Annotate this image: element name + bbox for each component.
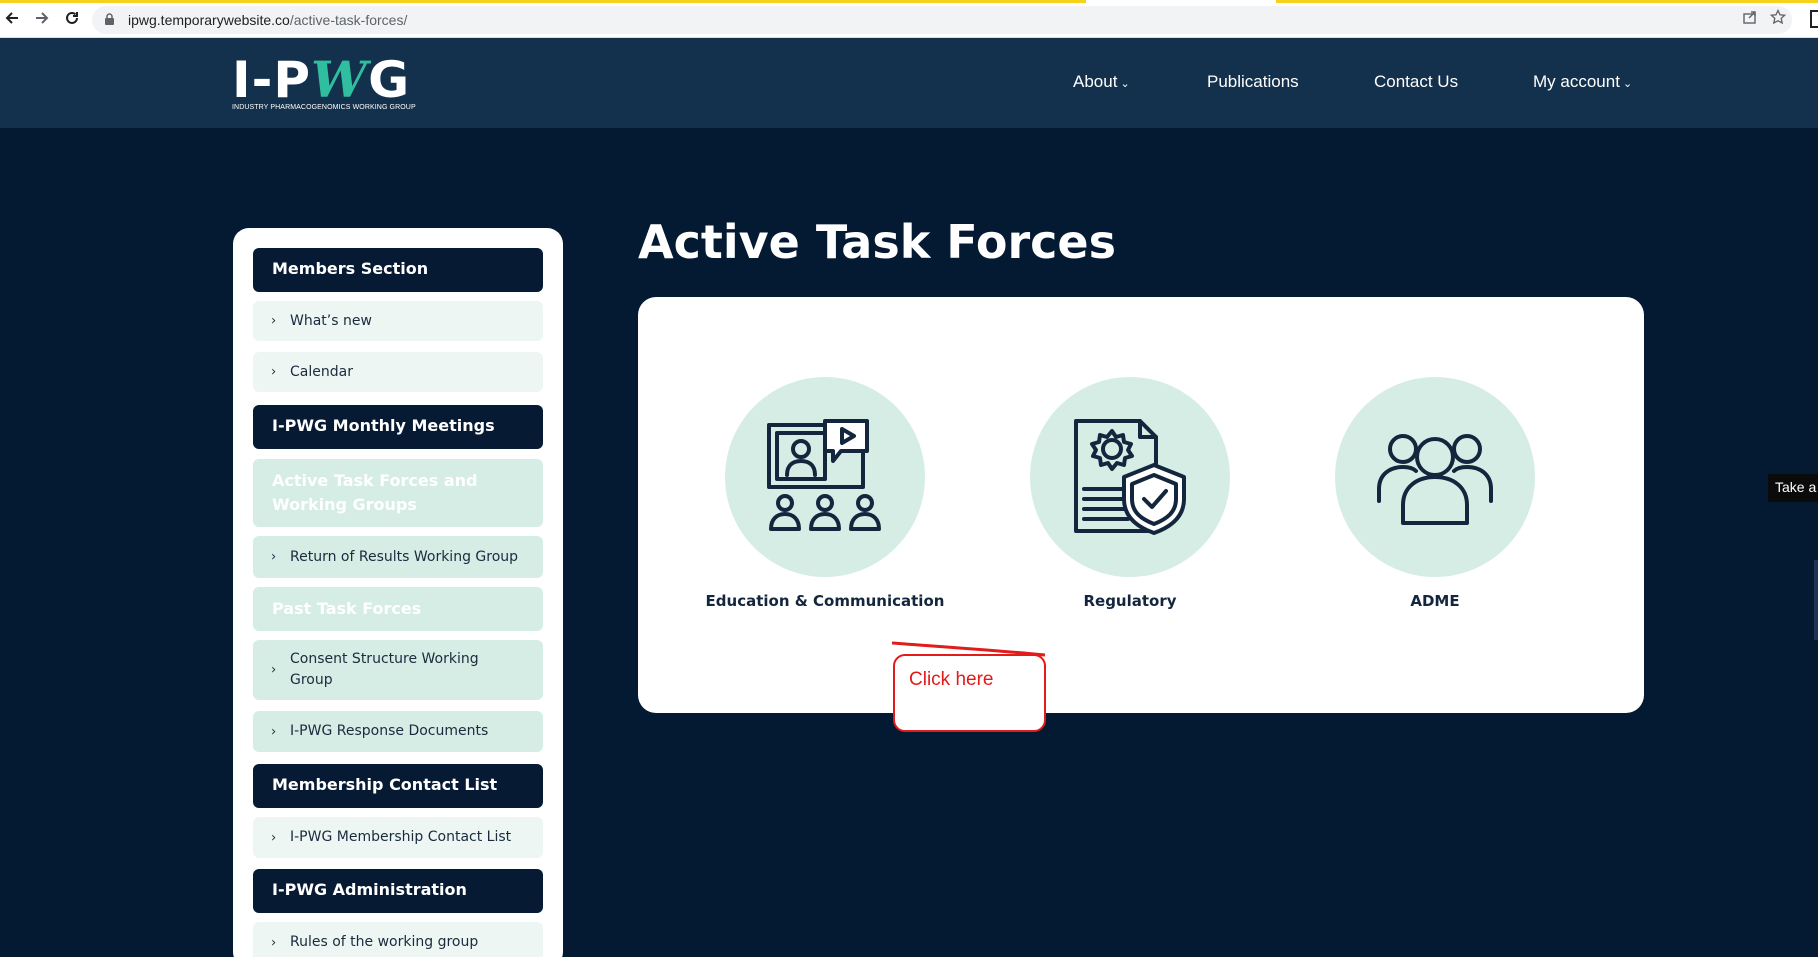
share-icon[interactable] <box>1739 9 1761 31</box>
annotation-callout: Click here <box>893 654 1046 732</box>
chevron-right-icon: › <box>271 830 277 845</box>
task-forces-panel: Education & Communication Regulatory ADM… <box>638 297 1644 713</box>
card-label: Education & Communication <box>705 592 945 610</box>
feedback-side-tab[interactable]: Take a <box>1768 474 1818 502</box>
back-button[interactable] <box>0 8 24 32</box>
reload-button[interactable] <box>60 8 84 32</box>
sidebar-item-return-of-results[interactable]: › Return of Results Working Group <box>253 536 543 578</box>
scrollbar[interactable] <box>1814 560 1818 640</box>
sidebar-heading-administration: I-PWG Administration <box>253 869 543 913</box>
chevron-right-icon: › <box>271 662 277 678</box>
task-force-card-adme[interactable]: ADME <box>1305 357 1565 657</box>
logo-wordmark: I-PWG <box>232 50 411 109</box>
chevron-right-icon: › <box>271 549 277 565</box>
lock-icon <box>105 13 114 25</box>
chevron-down-icon: ⌄ <box>1120 78 1130 90</box>
nav-my-account[interactable]: My account ⌄ <box>1533 72 1632 92</box>
sidebar-heading-monthly-meetings[interactable]: I-PWG Monthly Meetings <box>253 405 543 449</box>
card-icon-circle <box>1335 377 1535 577</box>
regulatory-document-shield-icon <box>1074 419 1186 535</box>
nav-about[interactable]: About ⌄ <box>1073 72 1130 92</box>
address-bar[interactable]: ipwg.temporarywebsite.co/active-task-for… <box>92 6 1792 34</box>
chevron-right-icon: › <box>271 935 277 950</box>
chevron-right-icon: › <box>271 724 277 739</box>
site-logo[interactable]: I-PWG INDUSTRY PHARMACOGENOMICS WORKING … <box>232 50 416 114</box>
star-icon[interactable] <box>1767 8 1789 31</box>
extension-icon[interactable] <box>1810 10 1818 28</box>
sidebar-item-response-documents[interactable]: › I-PWG Response Documents <box>253 711 543 752</box>
chevron-down-icon: ⌄ <box>1622 78 1633 90</box>
annotation-text: Click here <box>909 669 994 690</box>
forward-button[interactable] <box>30 8 54 32</box>
sidebar-item-membership-contact-list[interactable]: › I-PWG Membership Contact List <box>253 817 543 858</box>
card-label: ADME <box>1410 592 1460 610</box>
url-text: ipwg.temporarywebsite.co/active-task-for… <box>128 12 408 28</box>
nav-contact-us[interactable]: Contact Us <box>1374 72 1458 92</box>
browser-toolbar: ipwg.temporarywebsite.co/active-task-for… <box>0 0 1818 38</box>
chevron-right-icon: › <box>271 313 277 329</box>
members-sidebar: Members Section › What’s new › Calendar I-… <box>233 228 563 957</box>
reload-icon <box>66 11 78 24</box>
sidebar-item-past-task-forces[interactable]: Past Task Forces <box>253 587 543 631</box>
sidebar-heading-membership-contact-list: Membership Contact List <box>253 764 543 808</box>
loading-bar <box>0 0 1818 3</box>
card-icon-circle <box>725 377 925 577</box>
task-force-card-regulatory[interactable]: Regulatory <box>1000 357 1260 657</box>
sidebar-item-active-task-forces[interactable]: Active Task Forces and Working Groups <box>253 459 543 527</box>
online-education-icon <box>767 419 881 531</box>
logo-subtitle: INDUSTRY PHARMACOGENOMICS WORKING GROUP <box>232 104 416 111</box>
group-people-icon <box>1377 434 1493 525</box>
page-title: Active Task Forces <box>638 215 1116 269</box>
chevron-right-icon: › <box>271 364 277 380</box>
task-force-card-education[interactable]: Education & Communication <box>695 357 955 657</box>
sidebar-heading-members: Members Section <box>253 248 543 292</box>
sidebar-item-calendar[interactable]: › Calendar <box>253 352 543 392</box>
arrow-left-icon <box>5 12 18 24</box>
site-header: I-PWG INDUSTRY PHARMACOGENOMICS WORKING … <box>0 38 1818 128</box>
card-icon-circle <box>1030 377 1230 577</box>
nav-publications[interactable]: Publications <box>1207 72 1299 92</box>
sidebar-item-whats-new[interactable]: › What’s new <box>253 301 543 341</box>
arrow-right-icon <box>36 12 49 24</box>
card-label: Regulatory <box>1083 592 1177 610</box>
sidebar-item-rules[interactable]: › Rules of the working group <box>253 922 543 957</box>
sidebar-item-consent-structure[interactable]: › Consent Structure Working Group <box>253 640 543 700</box>
